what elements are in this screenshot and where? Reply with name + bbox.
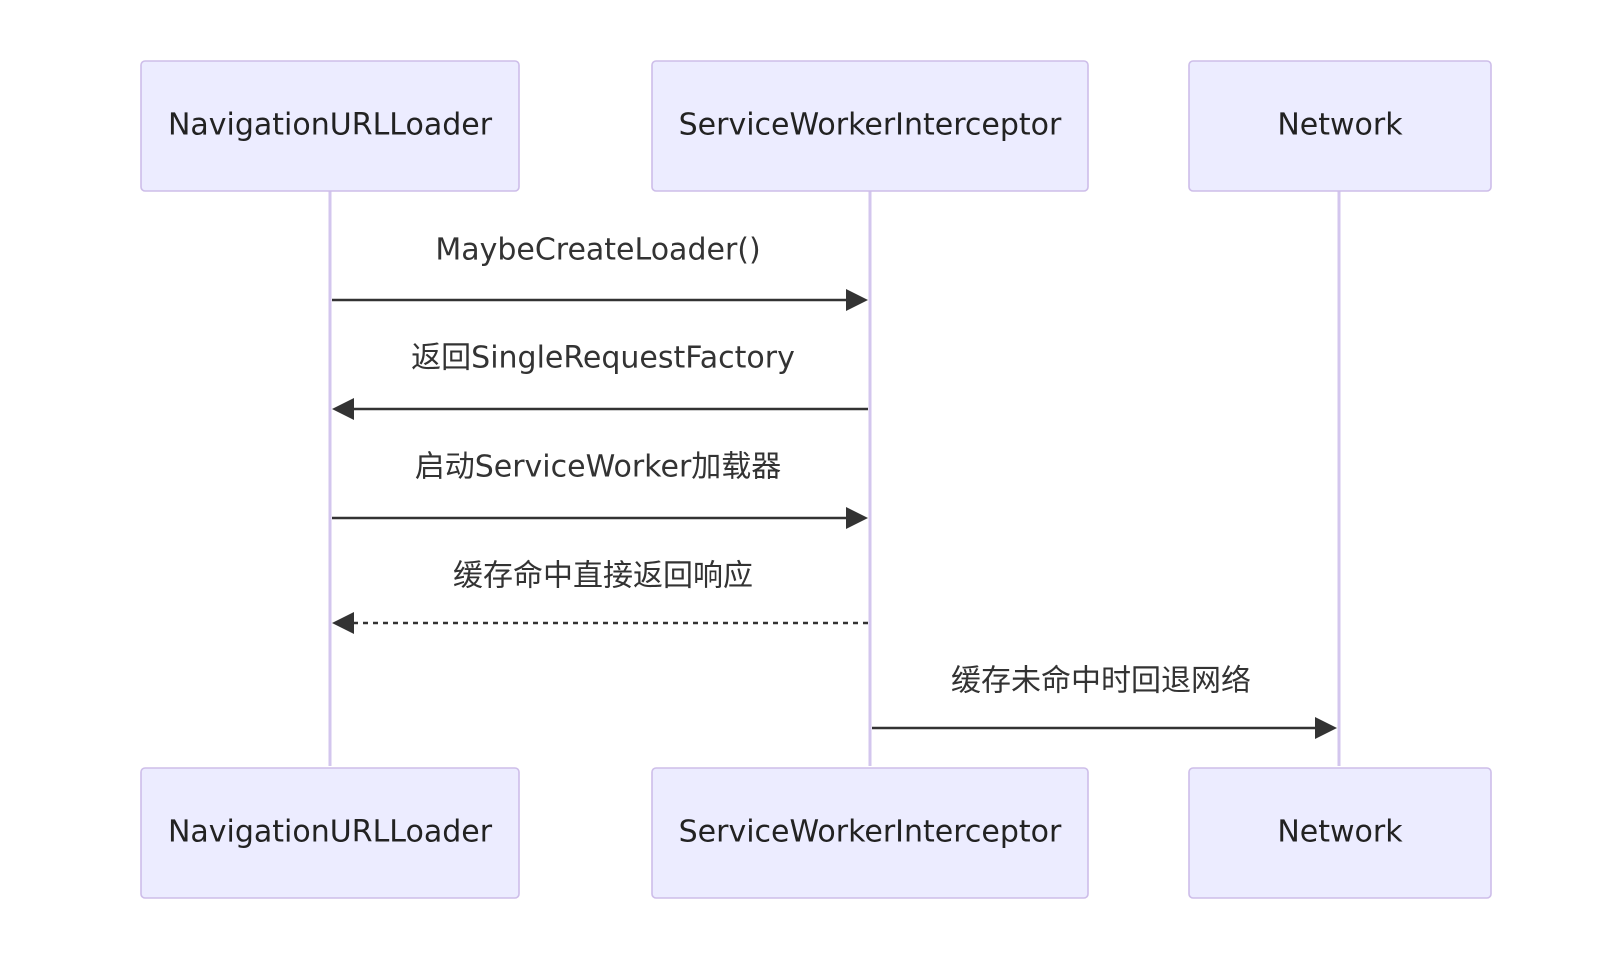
arrowhead-left [332, 398, 354, 420]
arrowhead-right [846, 289, 868, 311]
message-cache-miss-fallback-network: 缓存未命中时回退网络 [872, 664, 1337, 739]
message-label: 返回SingleRequestFactory [411, 341, 795, 376]
arrowhead-right [846, 507, 868, 529]
actor-label: ServiceWorkerInterceptor [679, 815, 1062, 850]
actor-label: NavigationURLLoader [168, 108, 493, 143]
message-cache-hit-response: 缓存命中直接返回响应 [332, 559, 868, 634]
message-label: MaybeCreateLoader() [435, 233, 760, 268]
arrowhead-right [1315, 717, 1337, 739]
actor-label: ServiceWorkerInterceptor [679, 108, 1062, 143]
message-label: 启动ServiceWorker加载器 [415, 450, 782, 485]
message-return-single-request-factory: 返回SingleRequestFactory [332, 341, 868, 420]
actor-top-network: Network [1188, 60, 1492, 192]
actor-label: Network [1277, 815, 1403, 850]
actor-top-service-worker-interceptor: ServiceWorkerInterceptor [651, 60, 1089, 192]
actor-bottom-navigation-url-loader: NavigationURLLoader [140, 767, 520, 899]
message-label: 缓存命中直接返回响应 [453, 559, 753, 594]
actor-label: NavigationURLLoader [168, 815, 493, 850]
actor-label: Network [1277, 108, 1403, 143]
actor-bottom-service-worker-interceptor: ServiceWorkerInterceptor [651, 767, 1089, 899]
actor-bottom-network: Network [1188, 767, 1492, 899]
message-start-service-worker-loader: 启动ServiceWorker加载器 [332, 450, 868, 529]
arrowhead-left [332, 612, 354, 634]
actor-top-navigation-url-loader: NavigationURLLoader [140, 60, 520, 192]
message-maybe-create-loader: MaybeCreateLoader() [332, 233, 868, 311]
message-label: 缓存未命中时回退网络 [951, 664, 1251, 699]
sequence-diagram: NavigationURLLoader ServiceWorkerInterce… [140, 60, 1492, 899]
